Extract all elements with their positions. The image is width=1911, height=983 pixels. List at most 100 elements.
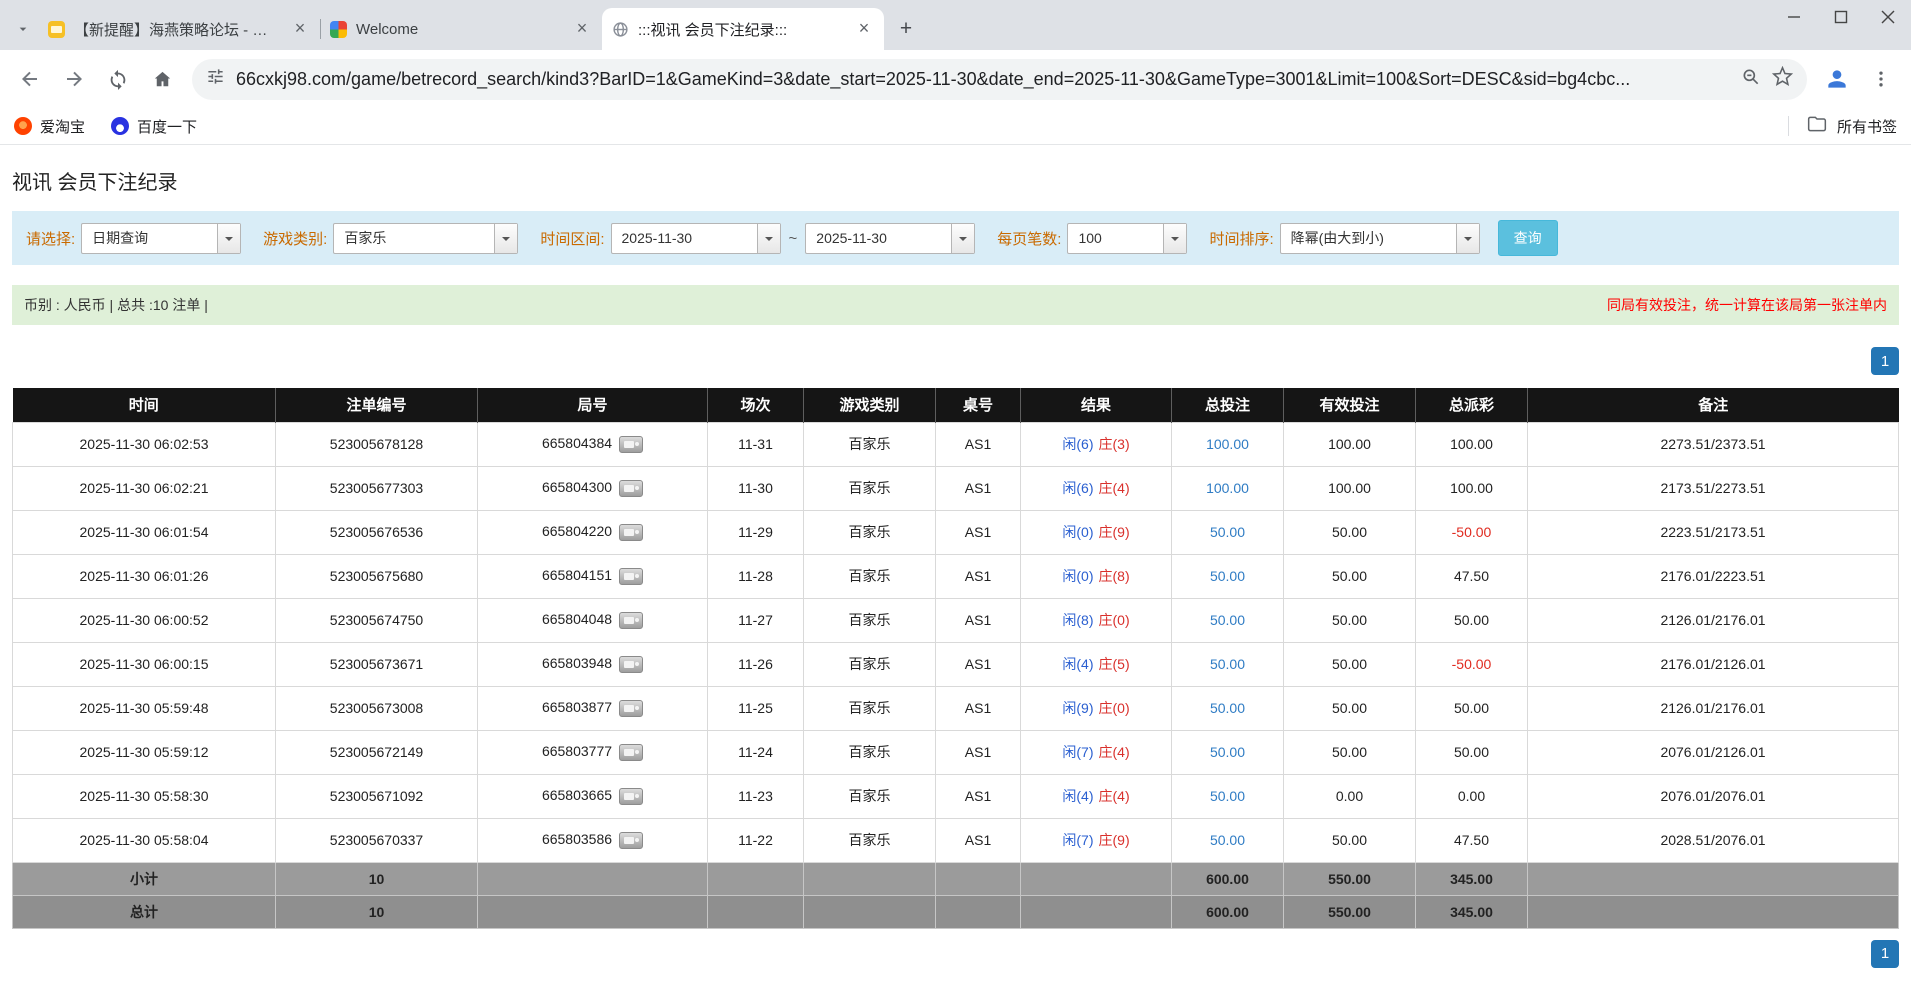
- cell-session: 11-31: [708, 422, 804, 466]
- tab-welcome[interactable]: Welcome ×: [320, 8, 602, 50]
- cell-payout: -50.00: [1416, 642, 1528, 686]
- reload-icon[interactable]: [98, 59, 138, 99]
- tab-search-chevron-icon[interactable]: [8, 8, 38, 50]
- per-page-select[interactable]: 100: [1067, 223, 1187, 254]
- total-bet-link[interactable]: 50.00: [1210, 832, 1245, 848]
- video-replay-icon[interactable]: [619, 612, 643, 629]
- window-minimize-button[interactable]: [1770, 0, 1817, 34]
- sort-select[interactable]: 降幂(由大到小): [1280, 223, 1480, 254]
- forward-icon[interactable]: [54, 59, 94, 99]
- tab-close-icon[interactable]: ×: [290, 19, 310, 39]
- globe-favicon-icon: [612, 21, 629, 38]
- cell-bet-id: 523005670337: [276, 818, 478, 862]
- tab-bet-records-active[interactable]: :::视讯 会员下注纪录::: ×: [602, 8, 884, 50]
- total-payout: 345.00: [1416, 895, 1528, 928]
- cell-round: 665803665: [478, 774, 708, 818]
- cell-valid-bet: 50.00: [1284, 598, 1416, 642]
- subtotal-empty-cell: [804, 862, 936, 895]
- browser-menu-icon[interactable]: [1861, 59, 1901, 99]
- home-icon[interactable]: [142, 59, 182, 99]
- subtotal-total-bet: 600.00: [1172, 862, 1284, 895]
- zoom-icon[interactable]: [1741, 67, 1761, 92]
- video-replay-icon[interactable]: [619, 656, 643, 673]
- date-range-label: 时间区间:: [540, 228, 604, 249]
- col-bet-id: 注单编号: [276, 388, 478, 422]
- video-replay-icon[interactable]: [619, 744, 643, 761]
- video-replay-icon[interactable]: [619, 568, 643, 585]
- bookmark-baidu[interactable]: 百度一下: [111, 116, 197, 137]
- tab-close-icon[interactable]: ×: [854, 19, 874, 39]
- total-bet-link[interactable]: 50.00: [1210, 700, 1245, 716]
- total-bet-link[interactable]: 100.00: [1206, 436, 1249, 452]
- table-row: 2025-11-30 05:58:04 523005670337 6658035…: [13, 818, 1899, 862]
- back-icon[interactable]: [10, 59, 50, 99]
- page-1-button[interactable]: 1: [1871, 347, 1899, 375]
- tab-title: Welcome: [356, 21, 563, 38]
- result-player: 闲(4): [1062, 788, 1093, 804]
- chevron-down-icon[interactable]: [951, 224, 974, 253]
- total-bet-link[interactable]: 50.00: [1210, 524, 1245, 540]
- subtotal-empty-cell: [478, 862, 708, 895]
- profile-avatar-icon[interactable]: [1817, 59, 1857, 99]
- cell-bet-id: 523005674750: [276, 598, 478, 642]
- round-number: 665803586: [542, 831, 612, 847]
- bookmark-taobao[interactable]: 爱淘宝: [14, 116, 85, 137]
- total-bet-link[interactable]: 50.00: [1210, 568, 1245, 584]
- cell-result: 闲(4)庄(4): [1021, 774, 1172, 818]
- url-text[interactable]: 66cxkj98.com/game/betrecord_search/kind3…: [236, 69, 1730, 90]
- date-separator: ~: [789, 230, 798, 247]
- per-page-value: 100: [1068, 230, 1163, 246]
- cell-table-no: AS1: [936, 422, 1021, 466]
- sort-value: 降幂(由大到小): [1281, 228, 1456, 248]
- date-end-select[interactable]: 2025-11-30: [805, 223, 975, 254]
- total-bet-link[interactable]: 50.00: [1210, 788, 1245, 804]
- cell-round: 665804151: [478, 554, 708, 598]
- subtotal-row: 小计 10 600.00 550.00 345.00: [13, 862, 1899, 895]
- video-replay-icon[interactable]: [619, 480, 643, 497]
- result-banker: 庄(8): [1099, 568, 1130, 584]
- cell-table-no: AS1: [936, 686, 1021, 730]
- tab-haiyan-forum[interactable]: 【新提醒】海燕策略论坛 - 综合 ×: [38, 8, 320, 50]
- video-replay-icon[interactable]: [619, 524, 643, 541]
- round-number: 665803877: [542, 699, 612, 715]
- date-start-select[interactable]: 2025-11-30: [611, 223, 781, 254]
- site-info-icon[interactable]: [206, 67, 225, 91]
- new-tab-button[interactable]: +: [892, 15, 920, 43]
- search-button[interactable]: 查询: [1498, 220, 1558, 256]
- tab-close-icon[interactable]: ×: [572, 19, 592, 39]
- bookmark-star-icon[interactable]: [1772, 66, 1793, 92]
- result-player: 闲(7): [1062, 832, 1093, 848]
- address-bar[interactable]: 66cxkj98.com/game/betrecord_search/kind3…: [192, 59, 1807, 100]
- cell-payout: 50.00: [1416, 686, 1528, 730]
- cell-game-type: 百家乐: [804, 466, 936, 510]
- cell-time: 2025-11-30 06:01:54: [13, 510, 276, 554]
- window-maximize-button[interactable]: [1817, 0, 1864, 34]
- video-replay-icon[interactable]: [619, 436, 643, 453]
- subtotal-empty-cell: [936, 862, 1021, 895]
- cell-valid-bet: 100.00: [1284, 422, 1416, 466]
- chevron-down-icon[interactable]: [494, 224, 517, 253]
- chevron-down-icon[interactable]: [1456, 224, 1479, 253]
- chevron-down-icon[interactable]: [1163, 224, 1186, 253]
- chevron-down-icon[interactable]: [757, 224, 780, 253]
- cell-result: 闲(6)庄(3): [1021, 422, 1172, 466]
- window-close-button[interactable]: [1864, 0, 1911, 34]
- video-replay-icon[interactable]: [619, 700, 643, 717]
- video-replay-icon[interactable]: [619, 832, 643, 849]
- cell-time: 2025-11-30 05:59:48: [13, 686, 276, 730]
- total-bet-link[interactable]: 50.00: [1210, 656, 1245, 672]
- cell-round: 665803777: [478, 730, 708, 774]
- video-replay-icon[interactable]: [619, 788, 643, 805]
- cell-payout: 100.00: [1416, 466, 1528, 510]
- cell-result: 闲(7)庄(9): [1021, 818, 1172, 862]
- cell-note: 2126.01/2176.01: [1528, 598, 1899, 642]
- chevron-down-icon[interactable]: [217, 224, 240, 253]
- all-bookmarks-button[interactable]: 所有书签: [1788, 114, 1897, 138]
- cell-session: 11-27: [708, 598, 804, 642]
- page-1-button[interactable]: 1: [1871, 940, 1899, 968]
- total-bet-link[interactable]: 50.00: [1210, 744, 1245, 760]
- query-mode-select[interactable]: 日期查询: [81, 223, 241, 254]
- total-bet-link[interactable]: 100.00: [1206, 480, 1249, 496]
- total-bet-link[interactable]: 50.00: [1210, 612, 1245, 628]
- game-type-select[interactable]: 百家乐: [333, 223, 518, 254]
